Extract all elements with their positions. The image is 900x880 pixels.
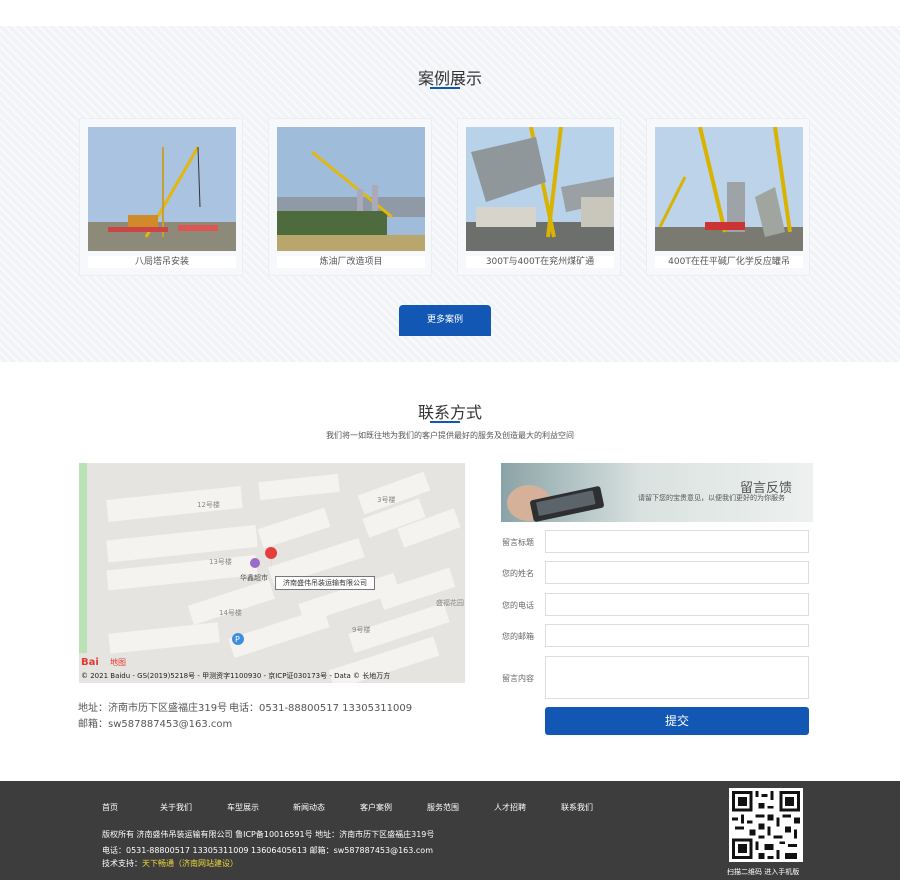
map-marker-tooltip: 济南盛伟吊装运输有限公司	[275, 576, 375, 590]
case-label[interactable]: 400T在茌平碱厂化学反应罐吊	[655, 256, 803, 268]
footer-nav-cases[interactable]: 客户案例	[360, 802, 392, 813]
footer-contact: 电话：0531-88800517 13305311009 13606405613…	[102, 846, 433, 855]
baidu-logo-suffix: 地图	[110, 657, 126, 667]
case-image[interactable]	[88, 127, 236, 251]
footer-nav-jobs[interactable]: 人才招聘	[494, 802, 526, 813]
name-input[interactable]	[545, 561, 809, 584]
form-label: 留言内容	[502, 674, 534, 683]
contact-title: 联系方式	[417, 403, 482, 422]
footer-nav-home[interactable]: 首页	[102, 802, 118, 813]
footer-nav-contact[interactable]: 联系我们	[561, 802, 593, 813]
case-card[interactable]: 八局塔吊安装	[79, 118, 243, 276]
form-label: 留言标题	[502, 538, 534, 547]
case-image[interactable]	[655, 127, 803, 251]
submit-button[interactable]: 提交	[545, 707, 809, 735]
contact-title-underline	[430, 421, 460, 423]
baidu-map[interactable]: 12号楼 3号楼 13号楼 华鑫超市 14号楼 9号楼 盛福花园 P Bai 地…	[79, 463, 465, 683]
map-label: 华鑫超市	[240, 573, 268, 582]
qr-code	[729, 788, 803, 862]
case-label[interactable]: 炼油厂改造项目	[277, 256, 425, 268]
case-label[interactable]: 八局塔吊安装	[88, 256, 236, 268]
case-card[interactable]: 炼油厂改造项目	[268, 118, 432, 276]
map-label: 12号楼	[197, 500, 220, 509]
footer-support-link[interactable]: 天下畅通（济南网站建设）	[142, 859, 238, 868]
contact-email: 邮箱：sw587887453@163.com	[78, 719, 233, 730]
map-label: 14号楼	[219, 608, 242, 617]
case-card[interactable]: 400T在茌平碱厂化学反应罐吊	[646, 118, 810, 276]
footer-copyright: 版权所有 济南盛伟吊装运输有限公司 鲁ICP备10016591号 地址：济南市历…	[102, 830, 435, 839]
feedback-subtitle: 请留下您的宝贵意见，以便我们更好的为你服务	[638, 494, 785, 502]
footer-nav-vehicles[interactable]: 车型展示	[227, 802, 259, 813]
footer-nav-news[interactable]: 新闻动态	[293, 802, 325, 813]
form-label: 您的邮箱	[502, 632, 534, 641]
message-content-textarea[interactable]	[545, 656, 809, 699]
map-label: 9号楼	[352, 625, 370, 634]
cases-title: 案例展示	[417, 69, 482, 88]
map-label: 盛福花园	[436, 598, 464, 607]
case-image[interactable]	[466, 127, 614, 251]
phone-input[interactable]	[545, 593, 809, 616]
message-title-input[interactable]	[545, 530, 809, 553]
contact-address: 地址：济南市历下区盛福庄319号	[78, 703, 228, 714]
email-input[interactable]	[545, 624, 809, 647]
baidu-logo: Bai	[81, 657, 99, 668]
qr-caption: 扫描二维码 进入手机版	[727, 868, 800, 876]
map-copyright: © 2021 Baidu - GS(2019)5218号 - 甲测资字11009…	[81, 672, 391, 680]
footer-nav-about[interactable]: 关于我们	[160, 802, 192, 813]
case-image[interactable]	[277, 127, 425, 251]
form-label: 您的姓名	[502, 569, 534, 578]
top-strip	[0, 0, 900, 26]
map-label: 13号楼	[209, 557, 232, 566]
svg-text:P: P	[235, 635, 240, 644]
form-label: 您的电话	[502, 601, 534, 610]
case-label[interactable]: 300T与400T在兖州煤矿通	[466, 256, 614, 268]
footer-nav-services[interactable]: 服务范围	[427, 802, 459, 813]
footer-support: 技术支持：天下畅通（济南网站建设）	[102, 858, 238, 869]
contact-subtitle: 我们将一如既往地为我们的客户提供最好的服务及创造最大的利益空间	[326, 431, 574, 440]
case-card[interactable]: 300T与400T在兖州煤矿通	[457, 118, 621, 276]
map-label: 3号楼	[377, 495, 395, 504]
more-cases-button[interactable]: 更多案例	[399, 305, 491, 336]
contact-phone: 电话：0531-88800517 13305311009	[229, 703, 413, 714]
cases-title-underline	[430, 87, 460, 89]
footer-support-label: 技术支持：	[102, 859, 142, 868]
